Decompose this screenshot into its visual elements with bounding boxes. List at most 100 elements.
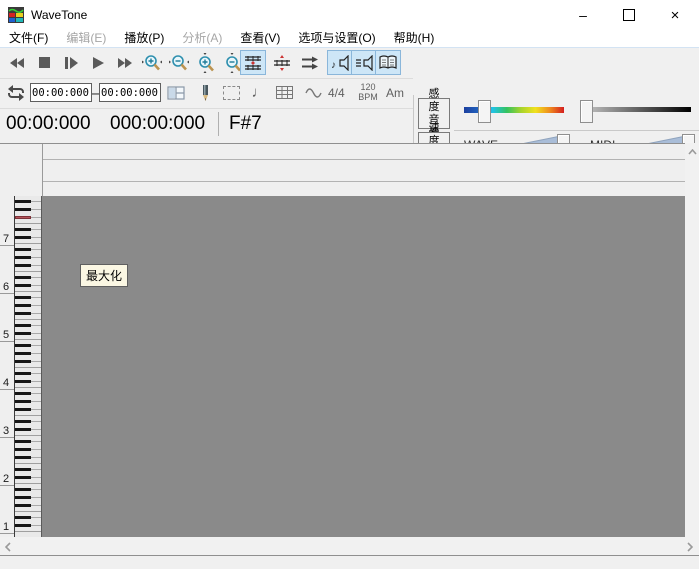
black-key[interactable]	[15, 296, 31, 299]
fast-forward-button[interactable]	[112, 50, 138, 75]
chevron-right-icon	[687, 542, 693, 552]
minimize-button[interactable]: –	[560, 0, 606, 30]
volume-slider-thumb[interactable]	[580, 100, 593, 123]
score-book-icon	[379, 55, 397, 70]
title-bar[interactable]: WaveTone – ×	[0, 0, 699, 30]
midi-speaker-button[interactable]	[351, 50, 377, 75]
black-key[interactable]	[15, 408, 31, 411]
swap-arrows-button[interactable]	[297, 50, 323, 75]
black-key[interactable]	[15, 312, 31, 315]
black-key[interactable]	[15, 496, 31, 499]
black-key[interactable]	[15, 392, 31, 395]
black-key[interactable]	[15, 456, 31, 459]
black-key[interactable]	[15, 284, 31, 287]
note-tool-button[interactable]: ♩	[245, 80, 271, 105]
vertical-scrollbar[interactable]	[685, 143, 699, 537]
zoom-in-horizontal-button[interactable]	[139, 50, 165, 75]
expand-view-button[interactable]	[269, 50, 295, 75]
key-boundary	[15, 339, 41, 340]
spectrum-slider-thumb[interactable]	[478, 100, 491, 123]
horizontal-scrollbar[interactable]	[0, 537, 699, 556]
black-key[interactable]	[15, 504, 31, 507]
loop-button[interactable]	[3, 80, 29, 105]
maximize-button[interactable]	[606, 0, 652, 30]
black-key[interactable]	[15, 200, 31, 203]
black-key[interactable]	[15, 524, 31, 527]
octave-label: 6	[0, 281, 12, 293]
zoom-out-horizontal-button[interactable]	[166, 50, 192, 75]
scroll-up-arrow[interactable]	[685, 146, 699, 158]
volume-gradient-track[interactable]	[585, 107, 691, 112]
score-book-button[interactable]	[375, 50, 401, 75]
octave-divider	[0, 437, 14, 438]
black-key[interactable]	[15, 420, 31, 423]
menu-view[interactable]: 查看(V)	[231, 30, 289, 47]
split-window-button[interactable]	[163, 80, 189, 105]
spectrogram-canvas[interactable]	[42, 196, 685, 537]
menu-analyze: 分析(A)	[173, 30, 231, 47]
black-key[interactable]	[15, 332, 31, 335]
piano-keyboard[interactable]	[14, 196, 42, 537]
close-button[interactable]: ×	[652, 0, 698, 30]
chevron-left-icon	[5, 542, 11, 552]
track-header	[0, 143, 699, 196]
black-key[interactable]	[15, 324, 31, 327]
black-key[interactable]	[15, 468, 31, 471]
key-label[interactable]: Am	[386, 86, 404, 100]
black-key[interactable]	[15, 400, 31, 403]
octave-divider	[0, 341, 14, 342]
pencil-button[interactable]	[192, 80, 218, 105]
select-region-button[interactable]	[218, 80, 244, 105]
stop-button[interactable]	[31, 50, 57, 75]
highlighted-key[interactable]	[15, 216, 31, 219]
waveform-button[interactable]	[300, 80, 326, 105]
time-signature-label[interactable]: 4/4	[328, 86, 345, 100]
black-key[interactable]	[15, 476, 31, 479]
play-button[interactable]	[85, 50, 111, 75]
bpm-unit: BPM	[358, 92, 378, 102]
rewind-button[interactable]	[4, 50, 30, 75]
scroll-left-arrow[interactable]	[2, 540, 14, 553]
black-key[interactable]	[15, 380, 31, 383]
black-key[interactable]	[15, 256, 31, 259]
octave-label: 3	[0, 425, 12, 437]
black-key[interactable]	[15, 372, 31, 375]
status-bar	[0, 556, 699, 569]
black-key[interactable]	[15, 360, 31, 363]
header-line	[42, 181, 685, 182]
black-key[interactable]	[15, 264, 31, 267]
black-key[interactable]	[15, 228, 31, 231]
time-readout-main: 00:00:000	[6, 113, 91, 135]
black-key[interactable]	[15, 304, 31, 307]
loop-start-input[interactable]	[30, 83, 92, 102]
bpm-readout[interactable]: 120BPM	[356, 82, 380, 102]
note-list-button[interactable]	[271, 80, 297, 105]
octave-label: 4	[0, 377, 12, 389]
black-key[interactable]	[15, 276, 31, 279]
wave-speaker-button[interactable]: ♪	[327, 50, 353, 75]
octave-label: 1	[0, 521, 12, 533]
menu-file[interactable]: 文件(F)	[0, 30, 57, 47]
black-key[interactable]	[15, 428, 31, 431]
menu-help[interactable]: 帮助(H)	[385, 30, 444, 47]
key-boundary	[15, 531, 41, 532]
zoom-in-vertical-button[interactable]	[193, 50, 219, 75]
loop-end-input[interactable]	[99, 83, 161, 102]
black-key[interactable]	[15, 344, 31, 347]
scroll-right-arrow[interactable]	[684, 540, 696, 553]
black-key[interactable]	[15, 440, 31, 443]
note-readout: F#7	[229, 113, 262, 135]
marquee-icon	[223, 86, 240, 100]
black-key[interactable]	[15, 516, 31, 519]
compress-view-button[interactable]	[240, 50, 266, 75]
black-key[interactable]	[15, 352, 31, 355]
black-key[interactable]	[15, 236, 31, 239]
black-key[interactable]	[15, 488, 31, 491]
black-key[interactable]	[15, 248, 31, 251]
black-key[interactable]	[15, 208, 31, 211]
black-key[interactable]	[15, 448, 31, 451]
menu-options[interactable]: 选项与设置(O)	[289, 30, 384, 47]
key-boundary	[15, 415, 41, 416]
step-play-button[interactable]	[58, 50, 84, 75]
menu-play[interactable]: 播放(P)	[115, 30, 173, 47]
